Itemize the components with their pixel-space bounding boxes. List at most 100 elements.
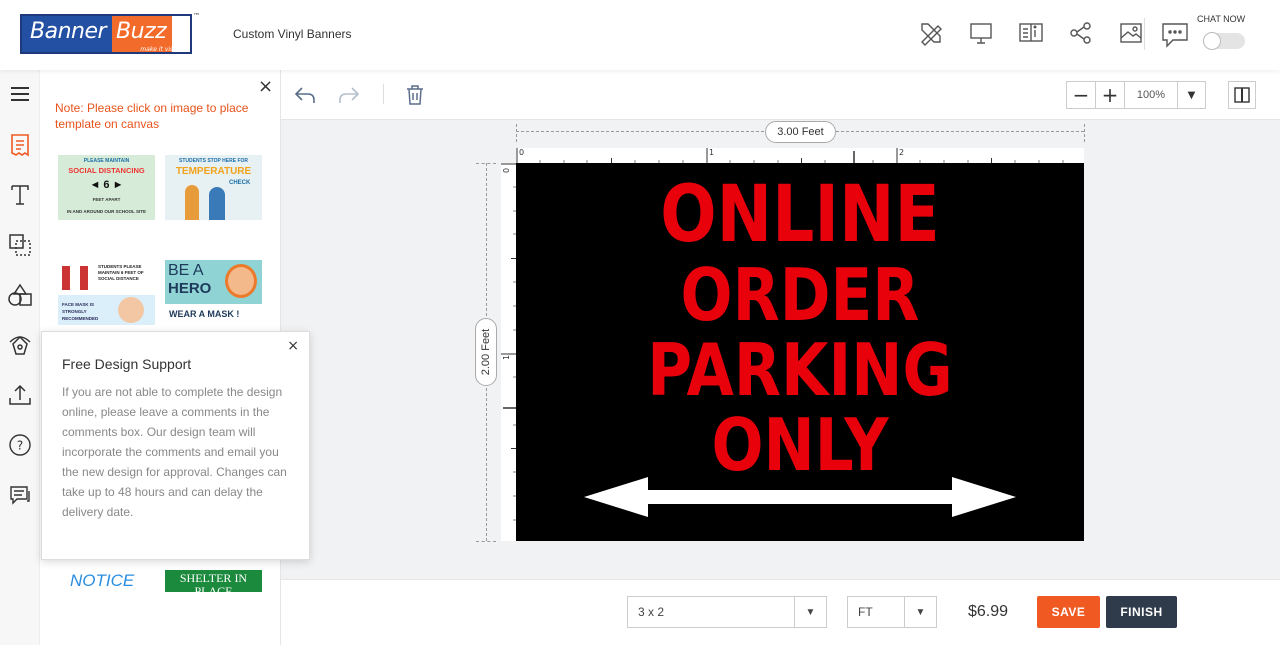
save-button[interactable]: SAVE	[1037, 596, 1100, 628]
top-bar: Banner Buzz make it visible ™ Custom Vin…	[0, 0, 1280, 70]
thumb-text: FACE MASK IS STRONGLY RECOMMENDED	[62, 302, 99, 321]
dimension-tick	[516, 124, 517, 142]
banner-line-order[interactable]: ORDER	[559, 254, 1042, 336]
banner-line-parking[interactable]: PARKING	[559, 329, 1042, 411]
ruler-label: 0	[519, 148, 525, 157]
thumb-figure	[80, 266, 88, 290]
finish-button[interactable]: FINISH	[1106, 596, 1177, 628]
help-icon[interactable]: ?	[4, 429, 36, 461]
template-thumb-notice[interactable]: NOTICE	[58, 570, 155, 592]
logo-part1: Banner	[22, 16, 113, 52]
thumb-figure	[209, 187, 225, 220]
ruler-label: 2	[899, 148, 905, 157]
image-icon[interactable]	[1116, 18, 1146, 48]
product-title: Custom Vinyl Banners	[233, 27, 352, 41]
banner-line-only[interactable]: ONLY	[559, 404, 1042, 486]
size-select[interactable]: 3 x 2 ▼	[627, 596, 827, 628]
thumb-face	[118, 297, 144, 323]
panel-toggle-icon[interactable]	[1228, 81, 1256, 109]
share-icon[interactable]	[1066, 18, 1096, 48]
clipart-icon[interactable]	[4, 329, 36, 361]
panel-note: Note: Please click on image to place tem…	[55, 101, 249, 131]
menu-icon[interactable]	[4, 78, 36, 110]
zoom-out-button[interactable]: −	[1067, 82, 1096, 108]
shapes-icon[interactable]	[4, 279, 36, 311]
layers-icon[interactable]	[4, 229, 36, 261]
thumb-text: PLEASE MAINTAIN	[83, 158, 130, 164]
top-icon-group	[916, 18, 1146, 48]
height-label: 2.00 Feet	[475, 318, 497, 386]
thumb-text: CHECK	[229, 180, 251, 186]
dimension-tick	[1084, 124, 1085, 142]
template-thumb-social-distancing[interactable]: PLEASE MAINTAIN SOCIAL DISTANCING ◄ 6 ► …	[58, 155, 155, 220]
toolbar-separator	[383, 84, 384, 104]
left-nav: ?	[0, 70, 40, 645]
thumb-text: TEMPERATURE	[175, 166, 252, 177]
editor-toolbar: − + 100% ▼	[281, 70, 1280, 120]
unit-select[interactable]: FT ▼	[847, 596, 937, 628]
chat-icon[interactable]	[1160, 19, 1192, 53]
free-design-support-popup: × Free Design Support If you are not abl…	[41, 331, 310, 560]
thumb-text: SHELTER IN PLACE	[179, 571, 248, 593]
panel-close-icon[interactable]: ×	[258, 76, 273, 97]
top-separator	[1144, 18, 1145, 50]
ruler-left: 0 1	[501, 163, 516, 541]
double-arrow-graphic[interactable]	[584, 476, 1016, 518]
chat-now-label: CHAT NOW	[1197, 14, 1246, 24]
book-info-icon[interactable]	[1016, 18, 1046, 48]
logo-tagline: make it visible	[140, 46, 184, 53]
thumb-text: STUDENTS PLEASE MAINTAIN 6 FEET OF SOCIA…	[98, 264, 144, 281]
thumb-text: FEET APART	[92, 197, 121, 202]
thumb-text: HERO	[168, 280, 212, 297]
banner-line-online[interactable]: ONLINE	[559, 169, 1042, 261]
bannerbuzz-logo[interactable]: Banner Buzz make it visible ™	[20, 12, 200, 54]
height-label-text: 2.00 Feet	[480, 328, 492, 376]
popup-title: Free Design Support	[62, 356, 192, 372]
comments-icon[interactable]	[4, 479, 36, 511]
template-thumb-temperature-check[interactable]: STUDENTS STOP HERE FOR TEMPERATURE CHECK	[165, 155, 262, 220]
price-display: $6.99	[968, 603, 1009, 620]
svg-text:?: ?	[17, 439, 23, 453]
template-thumb-shelter-in-place[interactable]: SHELTER IN PLACE	[165, 570, 262, 592]
preview-desktop-icon[interactable]	[966, 18, 996, 48]
chat-toggle[interactable]	[1203, 32, 1245, 50]
ruler-left-ticks	[501, 163, 516, 521]
redo-icon[interactable]	[337, 83, 361, 107]
templates-icon[interactable]	[4, 129, 36, 161]
upload-icon[interactable]	[4, 379, 36, 411]
unit-select-value: FT	[858, 605, 873, 619]
undo-icon[interactable]	[293, 83, 317, 107]
logo-tm: ™	[193, 12, 200, 20]
bottom-bar: 3 x 2 ▼ FT ▼ $6.99 SAVE FINISH	[281, 579, 1280, 645]
popup-body: If you are not able to complete the desi…	[62, 385, 287, 519]
zoom-in-button[interactable]: +	[1096, 82, 1125, 108]
dimension-tick	[476, 541, 496, 542]
design-tools-icon[interactable]	[916, 18, 946, 48]
chevron-down-icon: ▼	[794, 597, 826, 627]
size-select-value: 3 x 2	[638, 605, 665, 619]
zoom-control: − + 100% ▼	[1066, 81, 1206, 109]
ruler-label: 0	[502, 167, 512, 174]
thumb-text: ◄ 6 ►	[89, 179, 124, 191]
thumb-text: IN AND AROUND OUR SCHOOL SITE	[66, 209, 147, 214]
thumb-text: SOCIAL DISTANCING	[68, 166, 145, 175]
thumb-figure	[185, 185, 199, 220]
thumb-figure	[62, 266, 70, 290]
text-icon[interactable]	[4, 179, 36, 211]
ruler-top: 0 1 2	[516, 148, 1084, 163]
ruler-label: 1	[502, 354, 512, 361]
design-canvas[interactable]: ONLINE ORDER PARKING ONLY	[516, 163, 1084, 541]
thumb-face	[225, 264, 257, 298]
thumb-text: STUDENTS STOP HERE FOR	[179, 158, 248, 164]
template-thumb-social-distance-students[interactable]: STUDENTS PLEASE MAINTAIN 6 FEET OF SOCIA…	[58, 260, 155, 325]
dimension-tick	[476, 163, 496, 164]
zoom-value[interactable]: 100%	[1125, 82, 1178, 108]
template-thumb-be-a-hero[interactable]: BE A HERO WEAR A MASK !	[165, 260, 262, 325]
toggle-knob	[1203, 32, 1221, 50]
delete-icon[interactable]	[403, 83, 427, 107]
thumb-text: NOTICE	[70, 571, 135, 590]
popup-close-icon[interactable]: ×	[287, 338, 299, 354]
zoom-dropdown-caret[interactable]: ▼	[1178, 82, 1205, 108]
width-label: 3.00 Feet	[765, 121, 836, 143]
thumb-text: BE A	[168, 262, 204, 279]
